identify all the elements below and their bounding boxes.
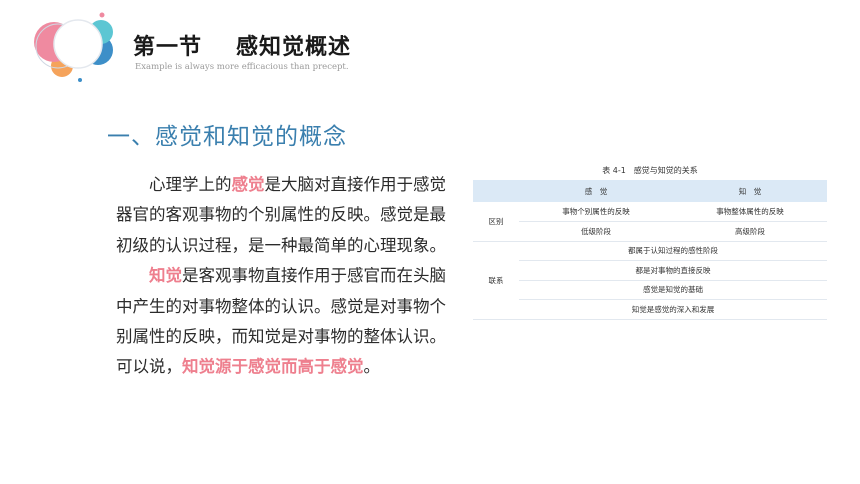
table-row: 感觉是知觉的基础 bbox=[473, 280, 827, 300]
page-heading: 一、感觉和知觉的概念 bbox=[107, 124, 347, 150]
table-row: 知觉是感觉的深入和发展 bbox=[473, 299, 827, 320]
row-label-difference: 区别 bbox=[473, 202, 519, 242]
conclusion-highlight: 知觉源于感觉而高于感觉 bbox=[182, 357, 364, 377]
term-perception: 知觉 bbox=[149, 266, 182, 286]
table-cell: 低级阶段 bbox=[519, 221, 673, 242]
table-cell: 都是对事物的直接反映 bbox=[519, 260, 827, 281]
table-cell: 知觉是感觉的深入和发展 bbox=[519, 299, 827, 320]
text-span: 。 bbox=[363, 357, 381, 377]
table-cell: 感觉是知觉的基础 bbox=[519, 280, 827, 300]
col-header-sensation: 感 觉 bbox=[519, 180, 673, 202]
text-span: 心理学上的 bbox=[149, 175, 232, 194]
paragraph-sensation: 心理学上的感觉是大脑对直接作用于感觉器官的客观事物的个别属性的反映。感觉是最初级… bbox=[116, 170, 461, 261]
paragraph-perception: 知觉是客观事物直接作用于感官而在头脑中产生的对事物整体的认识。感觉是对事物个别属… bbox=[116, 261, 461, 383]
section-motto: Example is always more efficacious than … bbox=[135, 62, 349, 72]
section-title: 第一节 感知觉概述 bbox=[133, 29, 351, 61]
relation-table-figure: 表 4-1 感觉与知觉的关系 感 觉 知 觉 区别 事物个别属性的反映 事物整体… bbox=[473, 162, 827, 320]
table-header-row: 感 觉 知 觉 bbox=[473, 180, 827, 202]
circle-dot-pink bbox=[99, 12, 105, 18]
table-row: 都是对事物的直接反映 bbox=[473, 260, 827, 281]
decorative-circles-logo bbox=[34, 12, 113, 82]
body-text: 心理学上的感觉是大脑对直接作用于感觉器官的客观事物的个别属性的反映。感觉是最初级… bbox=[116, 170, 461, 383]
section-name: 感知觉概述 bbox=[236, 35, 352, 60]
table-cell: 事物个别属性的反映 bbox=[519, 202, 673, 222]
row-label-connection: 联系 bbox=[473, 241, 519, 320]
table-caption: 表 4-1 感觉与知觉的关系 bbox=[602, 166, 698, 175]
table-cell: 高级阶段 bbox=[673, 221, 827, 242]
section-number: 第一节 bbox=[133, 35, 203, 60]
table-corner-cell bbox=[473, 180, 519, 202]
relation-table: 感 觉 知 觉 区别 事物个别属性的反映 事物整体属性的反映 低级阶段 高级阶段… bbox=[473, 180, 827, 320]
table-row: 低级阶段 高级阶段 bbox=[473, 221, 827, 242]
circle-white-center bbox=[53, 19, 103, 69]
col-header-perception: 知 觉 bbox=[673, 180, 827, 202]
table-row: 区别 事物个别属性的反映 事物整体属性的反映 bbox=[473, 202, 827, 242]
term-sensation: 感觉 bbox=[231, 175, 265, 194]
table-cell: 事物整体属性的反映 bbox=[673, 202, 827, 222]
table-row: 联系 都属于认知过程的感性阶段 bbox=[473, 241, 827, 320]
table-cell: 都属于认知过程的感性阶段 bbox=[519, 241, 827, 261]
circle-dot-blue bbox=[78, 78, 82, 82]
